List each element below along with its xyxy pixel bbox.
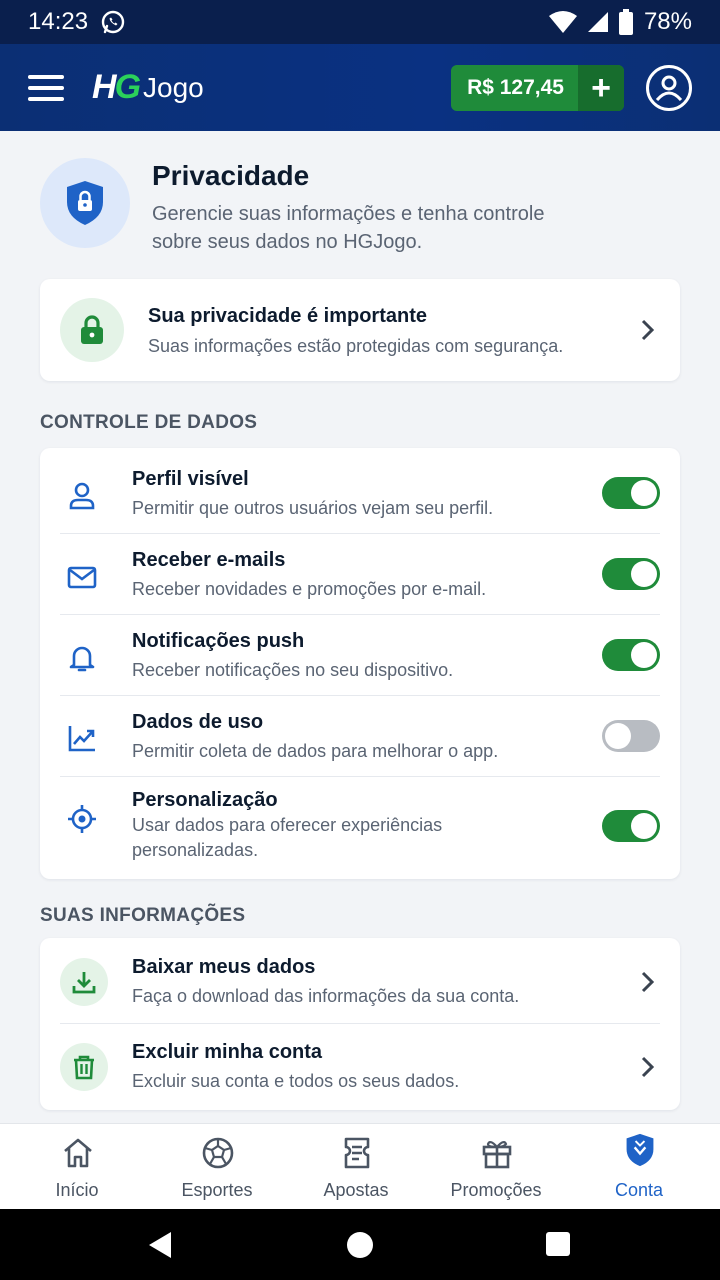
usage-data-toggle[interactable] [602, 720, 660, 752]
target-icon [68, 805, 96, 833]
status-time: 14:23 [28, 8, 89, 35]
back-icon[interactable] [147, 1231, 173, 1259]
nav-label: Início [55, 1180, 99, 1200]
trash-badge [60, 1043, 108, 1091]
page-subtitle: Gerencie suas informações e tenha contro… [152, 203, 545, 253]
trash-icon [74, 1055, 94, 1080]
add-funds-button[interactable]: + [578, 64, 624, 111]
mail-icon [67, 566, 97, 589]
nav-label: Promoções [450, 1180, 542, 1200]
ball-icon [202, 1137, 234, 1169]
lock-badge [60, 298, 124, 362]
lock-icon [81, 315, 103, 344]
bell-icon [69, 646, 95, 672]
logo-text: Jogo [143, 71, 204, 103]
nav-tab-sports[interactable]: Esportes [145, 1124, 289, 1210]
setting-description: Usar dados para oferecer experiências pe… [132, 815, 443, 860]
setting-row-usage-data[interactable]: Dados de uso Permitir coleta de dados pa… [60, 709, 660, 773]
download-icon [72, 972, 96, 994]
download-badge [60, 958, 108, 1006]
bottom-navigation: Início Esportes Apostas Promoções Conta [0, 1123, 720, 1209]
setting-title: Receber e-mails [132, 549, 286, 571]
hgjogo-logo[interactable]: HG Jogo [92, 68, 204, 107]
user-icon [69, 482, 95, 510]
personalization-toggle[interactable] [602, 810, 660, 842]
battery-level: 78% [643, 8, 692, 35]
your-info-card: Baixar meus dados Faça o download das in… [40, 938, 680, 1110]
delete-account-title: Excluir minha conta [132, 1041, 323, 1063]
setting-description: Permitir que outros usuários vejam seu p… [132, 498, 494, 518]
delete-account-description: Excluir sua conta e todos os seus dados. [132, 1071, 460, 1091]
chevron-right-icon [641, 319, 655, 341]
status-bar: 14:23 78% [0, 0, 720, 44]
setting-title: Dados de uso [132, 711, 264, 733]
download-data-description: Faça o download das informações da sua c… [132, 986, 520, 1006]
nav-label: Apostas [323, 1180, 389, 1200]
setting-title: Notificações push [132, 630, 305, 652]
page-header: Privacidade Gerencie suas informações e … [40, 158, 680, 258]
setting-row-push-notifications[interactable]: Notificações push Receber notificações n… [60, 628, 660, 692]
download-data-row[interactable]: Baixar meus dados Faça o download das in… [60, 956, 660, 1006]
setting-title: Perfil visível [132, 468, 249, 490]
setting-description: Permitir coleta de dados para melhorar o… [132, 741, 499, 761]
profile-visible-toggle[interactable] [602, 477, 660, 509]
chart-icon [68, 726, 95, 752]
receive-emails-toggle[interactable] [602, 558, 660, 590]
user-avatar-icon [655, 75, 683, 101]
profile-button[interactable] [646, 64, 692, 111]
ticket-icon [344, 1137, 370, 1169]
divider [60, 1023, 660, 1024]
gift-icon [482, 1140, 512, 1169]
nav-label: Conta [614, 1180, 664, 1200]
android-navigation-bar [0, 1209, 720, 1280]
nav-label: Esportes [181, 1180, 253, 1200]
balance-widget[interactable]: R$ 127,45 + [451, 64, 624, 111]
shield-icon [626, 1133, 654, 1167]
divider [60, 614, 660, 615]
shield-lock-icon [67, 181, 103, 225]
privacy-shield-badge [40, 158, 130, 248]
home-button-icon[interactable] [347, 1232, 373, 1258]
data-control-card: Perfil visível Permitir que outros usuár… [40, 448, 680, 879]
setting-description: Receber novidades e promoções por e-mail… [132, 579, 487, 599]
nav-tab-account[interactable]: Conta [567, 1124, 711, 1210]
push-notifications-toggle[interactable] [602, 639, 660, 671]
nav-tab-home[interactable]: Início [5, 1124, 149, 1210]
nav-tab-bets[interactable]: Apostas [284, 1124, 428, 1210]
page-title: Privacidade [152, 160, 310, 191]
setting-row-receive-emails[interactable]: Receber e-mails Receber novidades e prom… [60, 547, 660, 611]
setting-title: Personalização [132, 789, 278, 811]
privacy-important-title: Sua privacidade é importante [148, 305, 427, 327]
app-header: HG Jogo R$ 127,45 + [0, 44, 720, 131]
delete-account-row[interactable]: Excluir minha conta Excluir sua conta e … [60, 1041, 660, 1091]
recent-apps-icon[interactable] [546, 1232, 570, 1256]
balance-amount: R$ 127,45 [467, 75, 564, 99]
privacy-important-card[interactable]: Sua privacidade é importante Suas inform… [40, 279, 680, 381]
section-label-your-info: SUAS INFORMAÇÕES [40, 905, 246, 926]
signal-icon [587, 12, 608, 32]
setting-row-profile-visible[interactable]: Perfil visível Permitir que outros usuár… [60, 466, 660, 530]
nav-tab-promotions[interactable]: Promoções [424, 1124, 568, 1210]
privacy-important-description: Suas informações estão protegidas com se… [148, 336, 564, 356]
whatsapp-icon [101, 10, 125, 34]
section-label-data-control: CONTROLE DE DADOS [40, 412, 258, 433]
chevron-right-icon [641, 1056, 655, 1078]
setting-row-personalization[interactable]: Personalização Usar dados para oferecer … [60, 789, 660, 869]
logo-mark: HG [92, 68, 141, 106]
divider [60, 533, 660, 534]
download-data-title: Baixar meus dados [132, 956, 316, 978]
divider [60, 695, 660, 696]
home-icon [64, 1138, 92, 1168]
battery-icon [618, 9, 633, 35]
setting-description: Receber notificações no seu dispositivo. [132, 660, 454, 680]
hamburger-menu-icon[interactable] [28, 74, 64, 101]
divider [60, 776, 660, 777]
wifi-icon [548, 11, 577, 33]
chevron-right-icon [641, 971, 655, 993]
